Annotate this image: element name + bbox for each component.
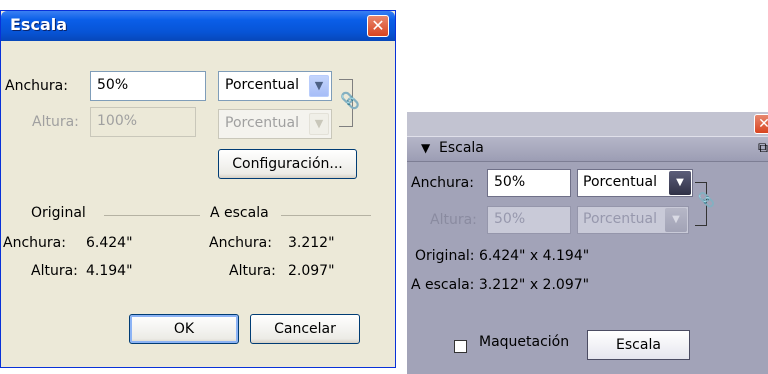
scaled-divider [281, 215, 371, 216]
scaled-size-text: A escala: 3.212" x 2.097" [411, 277, 590, 293]
close-icon[interactable]: ✕ [754, 114, 768, 134]
height-input[interactable]: 100% [90, 107, 196, 137]
scale-button[interactable]: Escala [587, 330, 690, 360]
width-unit-value: Porcentual [583, 174, 657, 190]
width-unit-select[interactable]: Porcentual ▼ [218, 71, 332, 101]
chain-link-icon[interactable]: 🔗 [340, 91, 359, 111]
chevron-down-icon[interactable]: ▼ [665, 208, 687, 232]
height-unit-value: Porcentual [225, 115, 299, 131]
panel-menu-icon[interactable]: ⧉ [758, 140, 768, 156]
collapse-icon[interactable]: ▼ [421, 141, 430, 155]
height-label: Altura: [32, 114, 79, 130]
close-icon[interactable]: ✕ [367, 15, 389, 37]
panel-header[interactable]: ▼ Escala ⧉ [407, 136, 768, 162]
original-heading: Original [31, 205, 86, 221]
original-height-label: Altura: [31, 263, 78, 279]
layout-checkbox[interactable] [454, 340, 467, 353]
settings-button[interactable]: Configuración... [218, 149, 357, 179]
width-input[interactable]: 50% [487, 169, 571, 197]
chevron-down-icon[interactable]: ▼ [309, 113, 329, 135]
scaled-heading: A escala [210, 205, 269, 221]
width-unit-value: Porcentual [225, 77, 299, 93]
height-label: Altura: [430, 212, 477, 228]
original-height-value: 4.194" [86, 263, 133, 279]
cancel-button[interactable]: Cancelar [250, 314, 360, 344]
layout-checkbox-label: Maquetación [479, 334, 570, 350]
dialog-title: Escala [10, 15, 68, 34]
height-unit-select[interactable]: Porcentual ▼ [577, 206, 689, 234]
scale-dialog: Escala ✕ Anchura: 50% Porcentual ▼ Altur… [0, 10, 396, 368]
scaled-height-value: 2.097" [288, 263, 335, 279]
original-divider [104, 215, 200, 216]
panel-title: Escala [439, 140, 484, 156]
chevron-down-icon[interactable]: ▼ [309, 75, 329, 97]
height-unit-select[interactable]: Porcentual ▼ [218, 109, 332, 139]
chevron-down-icon[interactable]: ▼ [669, 171, 691, 195]
height-unit-value: Porcentual [583, 211, 657, 227]
chain-link-icon[interactable]: 🔗 [698, 191, 714, 208]
original-width-label: Anchura: [3, 235, 66, 251]
width-input[interactable]: 50% [90, 71, 206, 101]
height-input[interactable]: 50% [487, 206, 571, 234]
scaled-height-label: Altura: [229, 263, 276, 279]
original-width-value: 6.424" [86, 235, 133, 251]
width-label: Anchura: [411, 175, 474, 191]
scaled-width-label: Anchura: [209, 235, 272, 251]
original-size-text: Original: 6.424" x 4.194" [415, 248, 590, 264]
width-label: Anchura: [5, 78, 68, 94]
panel-topbar: ✕ [407, 112, 768, 136]
dialog-titlebar[interactable]: Escala ✕ [1, 11, 395, 41]
ok-button[interactable]: OK [129, 314, 239, 344]
scaled-width-value: 3.212" [288, 235, 335, 251]
width-unit-select[interactable]: Porcentual ▼ [577, 169, 693, 197]
scale-panel: ✕ ▼ Escala ⧉ Anchura: 50% Porcentual ▼ A… [407, 112, 768, 374]
